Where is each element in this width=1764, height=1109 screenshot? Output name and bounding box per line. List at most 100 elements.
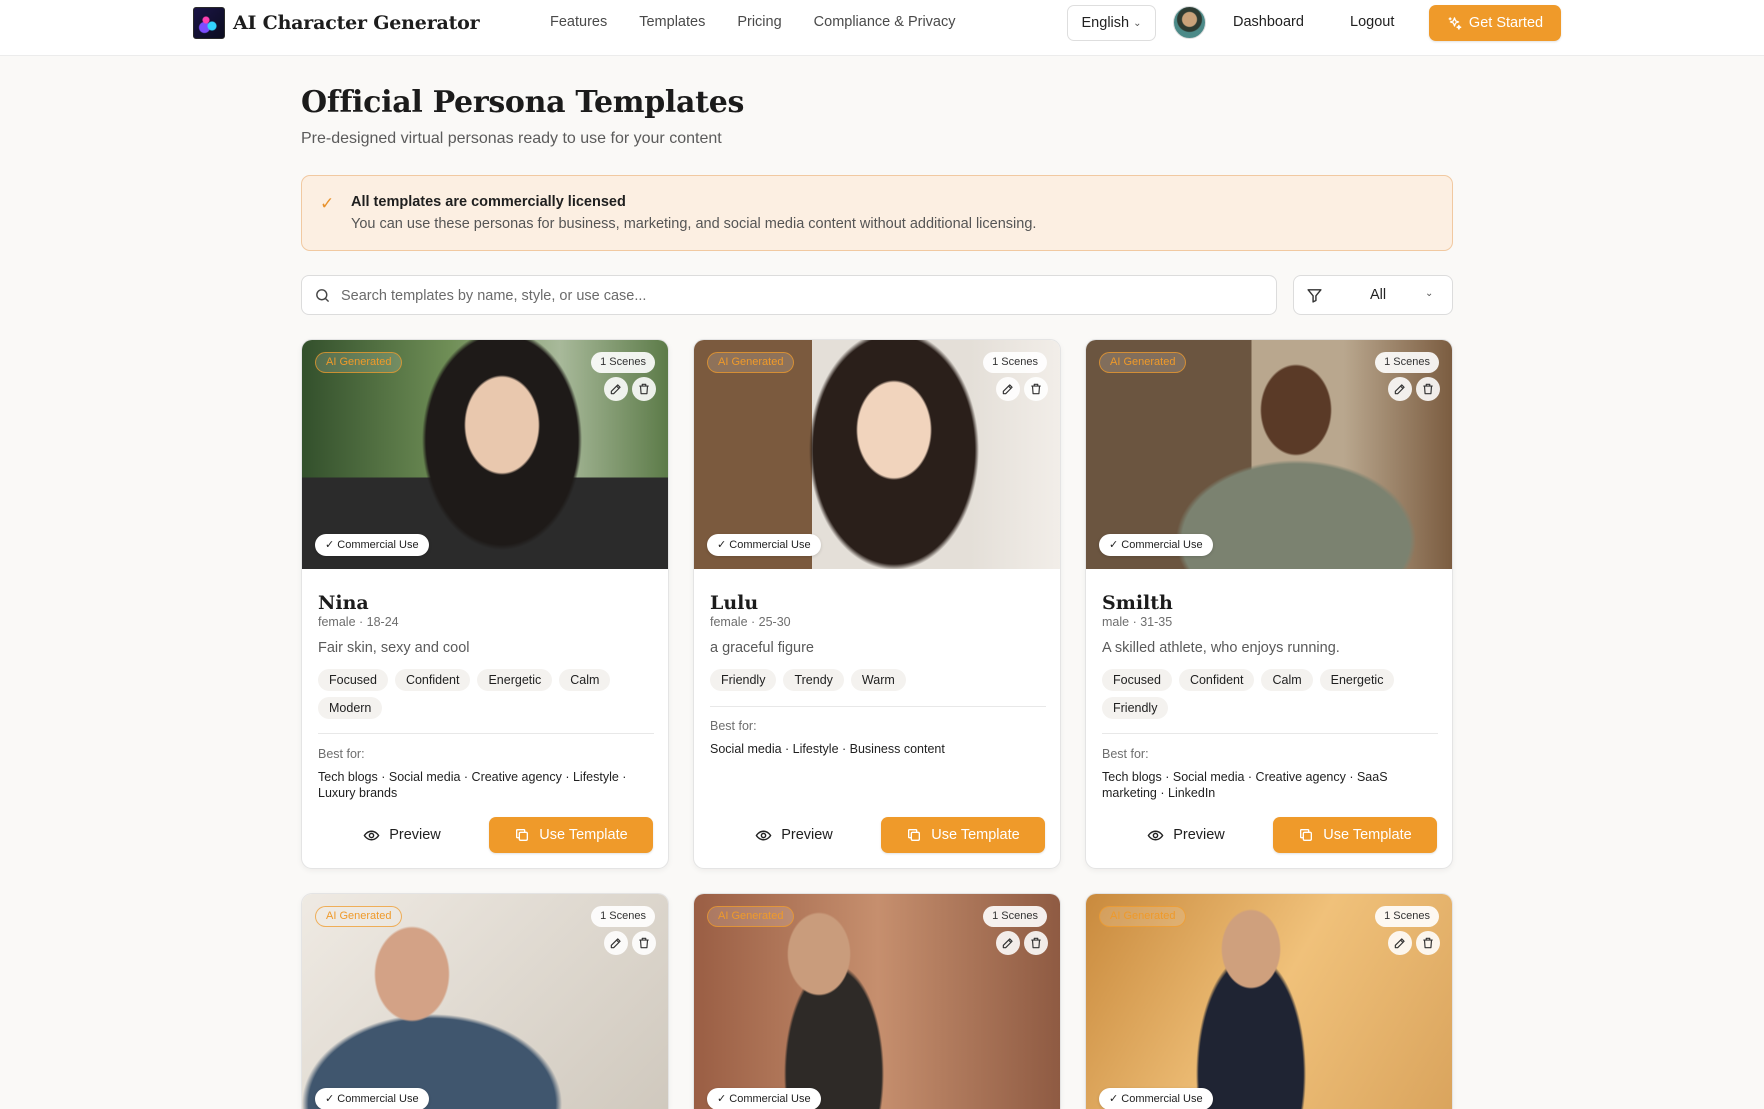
- commercial-use-badge: ✓ Commercial Use: [1099, 534, 1213, 556]
- best-for-label: Best for:: [1102, 747, 1149, 761]
- best-for-list: Tech blogs · Social media · Creative age…: [318, 770, 627, 800]
- persona-tags: Friendly Trendy Warm: [710, 669, 1050, 691]
- trash-icon[interactable]: [1416, 931, 1440, 955]
- scenes-badge: 1 Scenes: [983, 906, 1047, 927]
- dashboard-link[interactable]: Dashboard: [1233, 14, 1304, 30]
- tag: Friendly: [710, 669, 777, 691]
- nav-compliance-privacy[interactable]: Compliance & Privacy: [814, 14, 956, 30]
- trash-icon[interactable]: [1024, 377, 1048, 401]
- search-bar: [301, 275, 1277, 315]
- scenes-badge: 1 Scenes: [591, 906, 655, 927]
- tag: Friendly: [1102, 697, 1169, 719]
- best-for-label: Best for:: [318, 747, 365, 761]
- nav-features[interactable]: Features: [550, 14, 607, 30]
- trash-icon[interactable]: [632, 931, 656, 955]
- best-for-list: Social media · Lifestyle · Business cont…: [710, 742, 945, 756]
- language-value: English: [1081, 15, 1130, 31]
- edit-icon[interactable]: [1388, 931, 1412, 955]
- tag: Confident: [1178, 669, 1255, 691]
- trash-icon[interactable]: [632, 377, 656, 401]
- preview-button[interactable]: Preview: [714, 817, 874, 853]
- copy-icon: [1300, 829, 1313, 841]
- notice-body: You can use these personas for business,…: [351, 216, 1037, 232]
- tag: Focused: [318, 669, 388, 691]
- user-avatar[interactable]: [1173, 6, 1206, 39]
- tag: Modern: [318, 697, 383, 719]
- scenes-badge: 1 Scenes: [1375, 906, 1439, 927]
- best-for-label: Best for:: [710, 719, 757, 733]
- persona-meta: male · 31-35: [1102, 615, 1173, 629]
- chevron-down-icon: ⌄: [1425, 288, 1434, 299]
- ai-generated-badge: AI Generated: [1099, 352, 1187, 373]
- tag: Energetic: [1319, 669, 1395, 691]
- page-subtitle: Pre-designed virtual personas ready to u…: [301, 130, 722, 147]
- scenes-badge: 1 Scenes: [1375, 352, 1439, 373]
- nav-pricing[interactable]: Pricing: [737, 14, 781, 30]
- commercial-use-badge: ✓ Commercial Use: [707, 1088, 821, 1109]
- license-notice: ✓ All templates are commercially license…: [301, 175, 1453, 251]
- template-card-smilth: AI Generated 1 Scenes ✓ Commercial Use S…: [1085, 339, 1453, 869]
- ai-generated-badge: AI Generated: [1099, 906, 1187, 927]
- edit-icon[interactable]: [604, 377, 628, 401]
- divider: [318, 733, 654, 734]
- notice-title: All templates are commercially licensed: [351, 194, 626, 210]
- persona-meta: female · 25-30: [710, 615, 791, 629]
- brand-name: AI Character Generator: [233, 12, 480, 34]
- filter-select[interactable]: All ⌄: [1293, 275, 1453, 315]
- brand[interactable]: AI Character Generator: [193, 7, 480, 39]
- eye-icon: [755, 830, 772, 840]
- trash-icon[interactable]: [1024, 931, 1048, 955]
- eye-icon: [363, 830, 380, 840]
- check-icon: ✓: [320, 194, 335, 213]
- divider: [1102, 733, 1438, 734]
- filter-value: All: [1370, 287, 1387, 303]
- search-input[interactable]: [341, 285, 1241, 307]
- nav-templates[interactable]: Templates: [639, 14, 705, 30]
- preview-button[interactable]: Preview: [322, 817, 482, 853]
- logout-link[interactable]: Logout: [1350, 14, 1394, 30]
- use-template-button[interactable]: Use Template: [881, 817, 1045, 853]
- use-template-button[interactable]: Use Template: [1273, 817, 1437, 853]
- divider: [710, 706, 1046, 707]
- template-card: AI Generated 1 Scenes ✓ Commercial Use: [693, 893, 1061, 1109]
- page-title: Official Persona Templates: [301, 85, 745, 120]
- get-started-label: Get Started: [1468, 15, 1544, 31]
- edit-icon[interactable]: [996, 931, 1020, 955]
- ai-generated-badge: AI Generated: [707, 352, 795, 373]
- trash-icon[interactable]: [1416, 377, 1440, 401]
- tag: Warm: [850, 669, 906, 691]
- main-nav: Features Templates Pricing Compliance & …: [550, 14, 955, 30]
- tag: Calm: [1261, 669, 1313, 691]
- use-template-button[interactable]: Use Template: [489, 817, 653, 853]
- eye-icon: [1147, 830, 1164, 840]
- search-icon: [316, 289, 329, 302]
- copy-icon: [516, 829, 529, 841]
- preview-button[interactable]: Preview: [1106, 817, 1266, 853]
- tag: Calm: [559, 669, 611, 691]
- get-started-button[interactable]: Get Started: [1429, 5, 1561, 41]
- copy-icon: [908, 829, 921, 841]
- template-card-nina: AI Generated 1 Scenes ✓ Commercial Use N…: [301, 339, 669, 869]
- tag: Energetic: [477, 669, 553, 691]
- tag: Trendy: [783, 669, 844, 691]
- edit-icon[interactable]: [996, 377, 1020, 401]
- chevron-down-icon: ⌄: [1133, 17, 1142, 29]
- commercial-use-badge: ✓ Commercial Use: [315, 1088, 429, 1109]
- persona-meta: female · 18-24: [318, 615, 399, 629]
- sparkle-icon: [1448, 16, 1462, 30]
- template-card: AI Generated 1 Scenes ✓ Commercial Use: [301, 893, 669, 1109]
- persona-name: Lulu: [710, 592, 759, 614]
- ai-generated-badge: AI Generated: [707, 906, 795, 927]
- persona-name: Smilth: [1102, 592, 1173, 614]
- commercial-use-badge: ✓ Commercial Use: [315, 534, 429, 556]
- edit-icon[interactable]: [1388, 377, 1412, 401]
- language-select[interactable]: English ⌄: [1067, 5, 1156, 41]
- template-card: AI Generated 1 Scenes ✓ Commercial Use: [1085, 893, 1453, 1109]
- commercial-use-badge: ✓ Commercial Use: [1099, 1088, 1213, 1109]
- filter-icon: [1307, 289, 1322, 303]
- persona-description: a graceful figure: [710, 640, 814, 656]
- edit-icon[interactable]: [604, 931, 628, 955]
- best-for-list: Tech blogs · Social media · Creative age…: [1102, 770, 1388, 800]
- persona-name: Nina: [318, 592, 369, 614]
- commercial-use-badge: ✓ Commercial Use: [707, 534, 821, 556]
